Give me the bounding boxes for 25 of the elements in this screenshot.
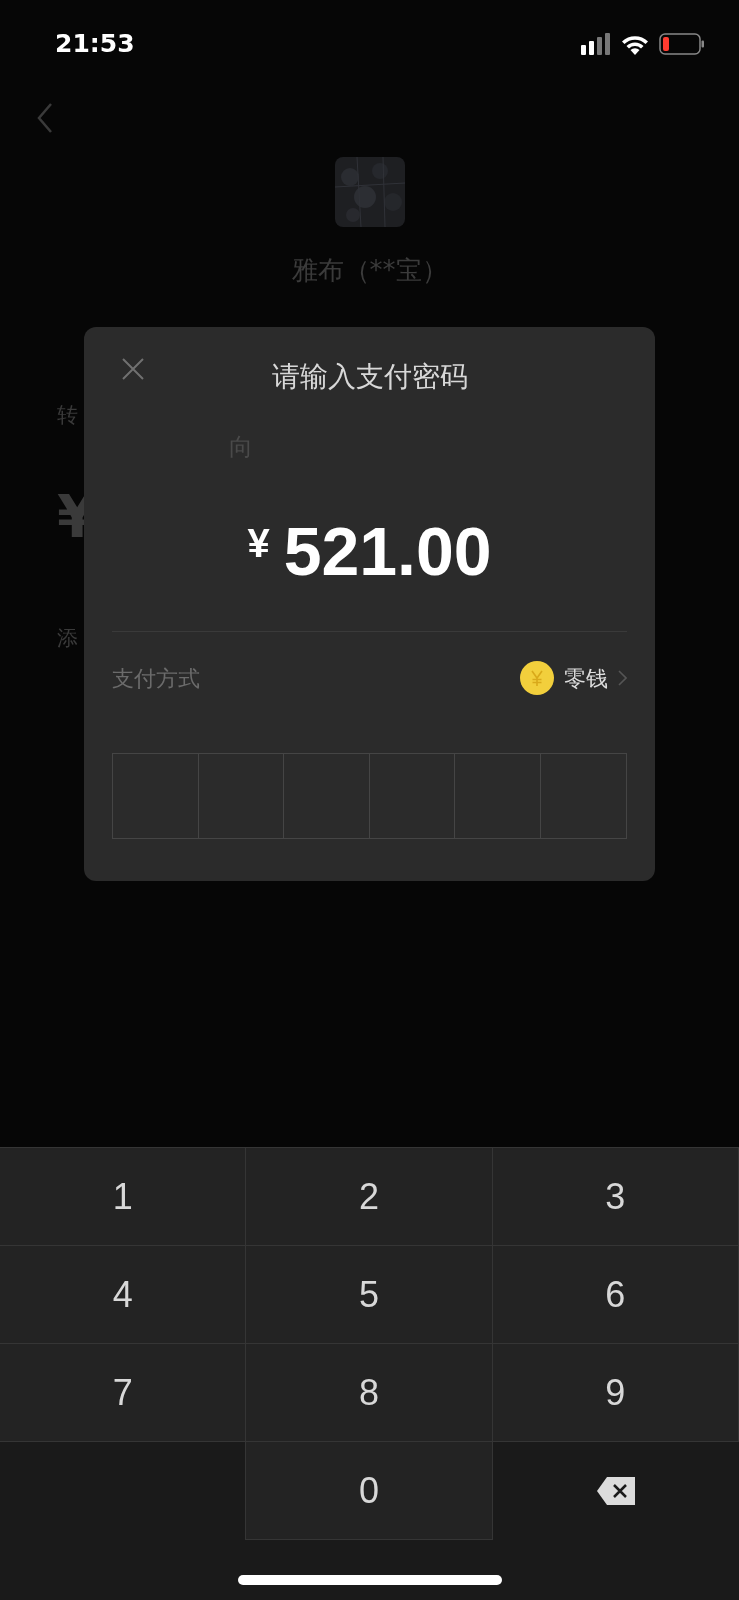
keypad-key[interactable]: 1 xyxy=(0,1148,247,1246)
keypad-key[interactable]: 8 xyxy=(246,1344,493,1442)
keypad-key[interactable]: 7 xyxy=(0,1344,247,1442)
amount: 521.00 xyxy=(283,517,492,585)
coin-icon xyxy=(520,661,554,695)
payment-method-label: 支付方式 xyxy=(112,664,200,693)
chevron-icon xyxy=(618,670,627,686)
keypad-key[interactable]: 5 xyxy=(246,1246,493,1344)
keypad-key[interactable]: 4 xyxy=(0,1246,247,1344)
signal-icon xyxy=(581,33,611,55)
currency-symbol: ¥ xyxy=(247,523,270,563)
battery-icon xyxy=(659,33,705,55)
keypad-key[interactable]: 6 xyxy=(492,1246,739,1344)
keypad-key[interactable]: 2 xyxy=(246,1148,493,1246)
password-field[interactable] xyxy=(112,753,627,839)
payment-method-selector[interactable]: 零钱 xyxy=(520,661,627,695)
wifi-icon xyxy=(621,33,649,55)
backspace-icon[interactable] xyxy=(596,1477,635,1505)
back-icon[interactable] xyxy=(37,102,53,134)
status-time: 21:53 xyxy=(55,28,135,61)
dialog-title: 请输入支付密码 xyxy=(271,359,468,395)
keypad-key[interactable]: 3 xyxy=(492,1148,739,1246)
close-icon[interactable] xyxy=(122,358,144,380)
keypad-key[interactable]: 9 xyxy=(492,1344,739,1442)
keypad-key[interactable]: 0 xyxy=(246,1442,493,1540)
